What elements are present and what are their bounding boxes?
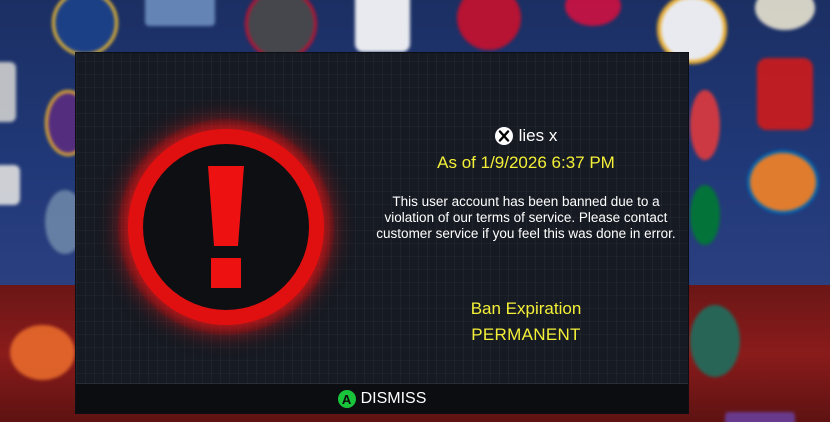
exclamation-warning-icon	[128, 129, 324, 325]
team-logo	[690, 185, 720, 245]
team-logo	[690, 305, 740, 377]
team-logo	[690, 90, 720, 160]
team-logo	[145, 0, 215, 26]
team-logo	[0, 165, 20, 205]
team-logo	[0, 62, 16, 122]
xbox-icon	[494, 127, 513, 145]
ban-details: lies x As of 1/9/2026 6:37 PM This user …	[376, 53, 676, 383]
ban-message: This user account has been banned due to…	[376, 194, 676, 241]
ban-expiration-label: Ban Expiration	[470, 299, 582, 318]
team-logo	[10, 325, 75, 380]
ban-notice-dialog: lies x As of 1/9/2026 6:37 PM This user …	[76, 53, 688, 413]
dismiss-label: DISMISS	[360, 390, 427, 407]
ban-expiration-value: PERMANENT	[471, 325, 581, 344]
ban-timestamp: As of 1/9/2026 6:37 PM	[437, 153, 615, 172]
team-logo	[747, 150, 819, 214]
team-logo	[725, 412, 795, 422]
team-logo	[757, 58, 813, 130]
dismiss-button[interactable]: A DISMISS	[76, 383, 688, 413]
a-button-icon: A	[337, 390, 356, 408]
team-logo	[355, 0, 410, 52]
exclamation-mark-icon	[208, 166, 244, 288]
gamertag: lies x	[518, 126, 558, 145]
gamertag-row: lies x	[376, 126, 676, 146]
